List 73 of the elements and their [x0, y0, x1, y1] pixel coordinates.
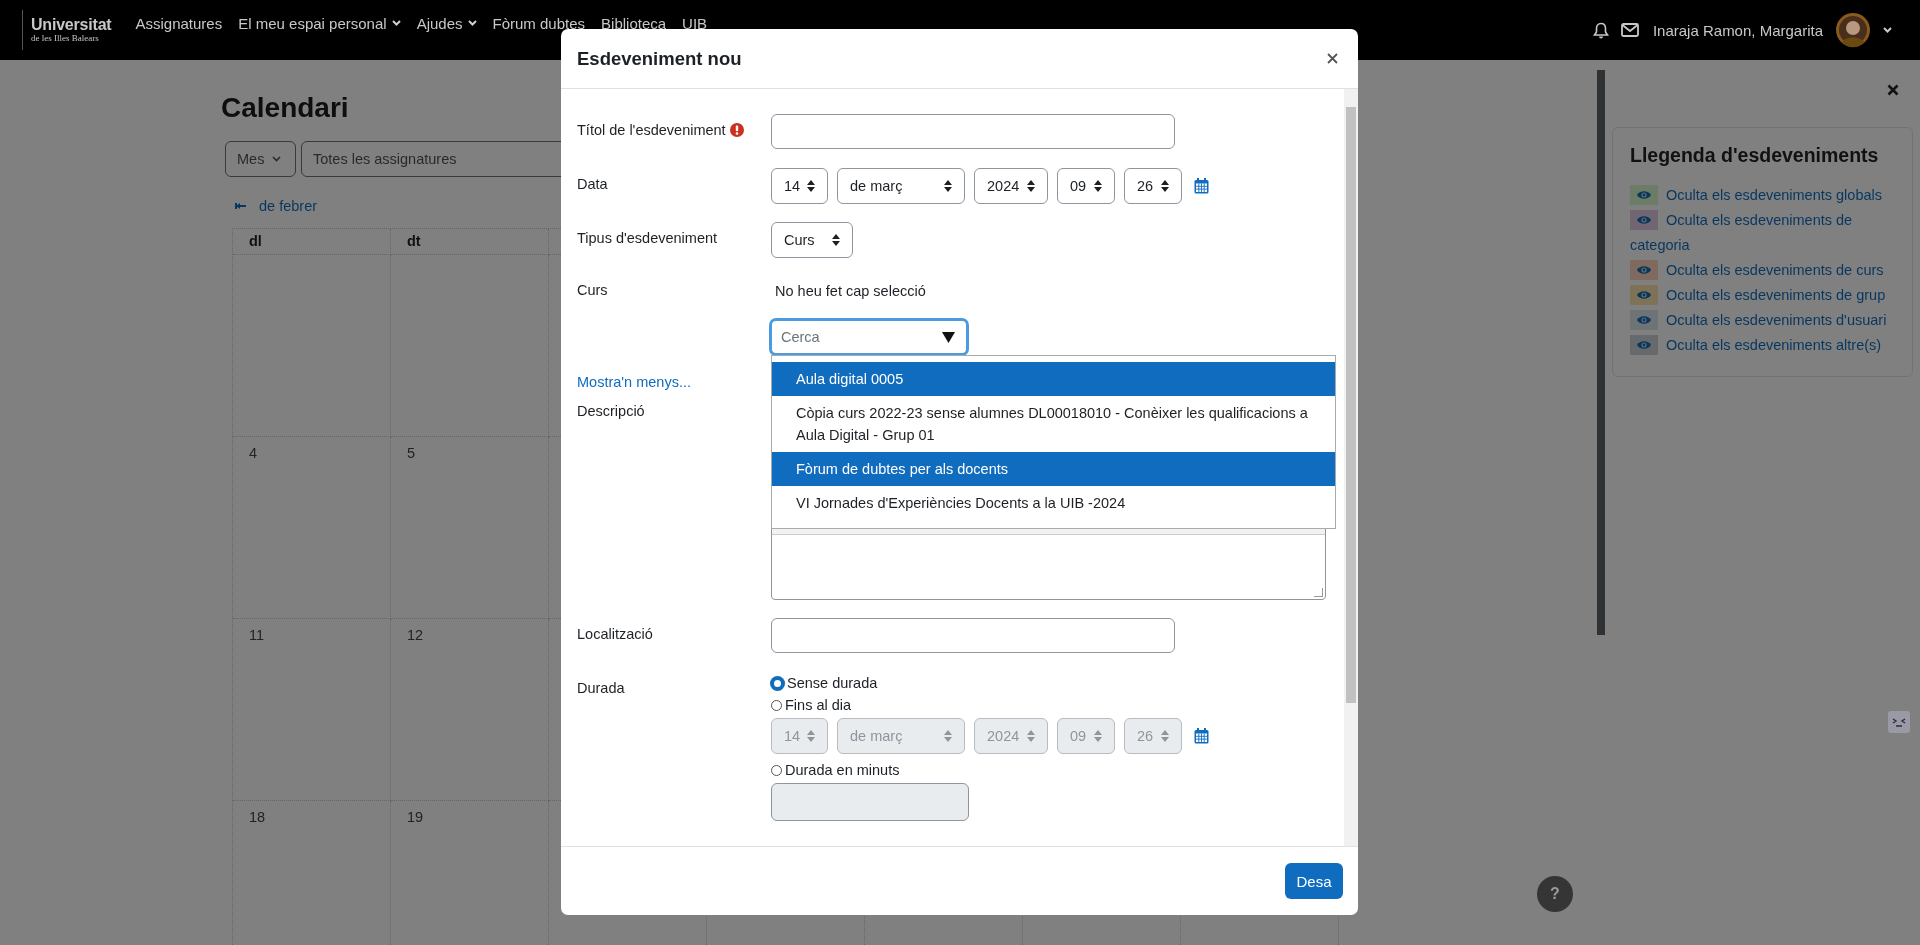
weekday-header: dt [407, 233, 421, 249]
chevron-down-icon [467, 20, 477, 26]
nav-link[interactable]: Fòrum dubtes [492, 14, 586, 32]
dropdown-option[interactable]: Fòrum de dubtes per als docents [772, 452, 1335, 486]
scrollbar[interactable] [1344, 89, 1358, 846]
field-label: Durada [577, 680, 625, 696]
avatar[interactable] [1835, 12, 1871, 48]
sort-icon [1027, 730, 1035, 742]
view-select[interactable]: Mes [225, 141, 296, 177]
legend-title: Llegenda d'esdeveniments [1630, 144, 1880, 167]
scrollbar[interactable] [1597, 70, 1605, 635]
day-number: 12 [407, 627, 424, 643]
dropdown-option[interactable]: VI Jornades d'Experiències Docents a la UIB -2024 [772, 486, 1335, 520]
help-button[interactable]: ? [1537, 876, 1573, 912]
close-icon[interactable] [1887, 84, 1899, 96]
radio-option[interactable]: Durada en minuts [771, 759, 1209, 781]
sort-icon [832, 234, 840, 246]
field-label: Localització [577, 626, 653, 642]
date-select[interactable]: 09 [1057, 168, 1115, 204]
sort-icon [1161, 730, 1169, 742]
sort-icon [1094, 180, 1102, 192]
sort-icon [944, 730, 952, 742]
sort-icon [944, 180, 952, 192]
close-icon[interactable] [1327, 53, 1338, 64]
calendar-icon[interactable] [1194, 728, 1209, 744]
date-select[interactable]: 2024 [974, 168, 1048, 204]
page-title: Calendari [221, 91, 350, 125]
sort-icon [1094, 730, 1102, 742]
modal-title: Esdeveniment nou [577, 47, 742, 70]
day-number: 19 [407, 809, 424, 825]
chevron-down-icon [391, 20, 401, 26]
field-label: Curs [577, 282, 608, 298]
sort-icon [807, 730, 815, 742]
radio-option[interactable]: Fins al dia [771, 694, 1209, 716]
nav-link[interactable]: El meu espai personal [238, 14, 401, 32]
event-type-select[interactable]: Curs [771, 222, 853, 258]
date-select[interactable]: de març [837, 168, 965, 204]
dropdown-option[interactable]: Còpia curs 2022-23 sense alumnes DL00018010 - Conèixer les qualificacions a Aula Digital - Grup 01 [772, 396, 1335, 452]
bell-icon[interactable] [1592, 21, 1609, 39]
selection-text: No heu fet cap selecció [774, 282, 927, 301]
chevron-down-icon[interactable] [1883, 27, 1892, 33]
field-label: Títol de l'esdeveniment [577, 122, 726, 138]
nav-link[interactable]: Ajudes [416, 14, 477, 32]
field-label: Descripció [577, 403, 645, 419]
day-number: 18 [249, 809, 266, 825]
radio-option[interactable]: Sense durada [771, 672, 1209, 694]
save-button[interactable]: Desa [1285, 863, 1343, 899]
field-label: Tipus d'esdeveniment [577, 230, 718, 246]
title-input[interactable] [771, 114, 1175, 149]
field-label: Data [577, 176, 608, 192]
chevron-down-icon [272, 156, 282, 162]
search-field[interactable]: Cerca [769, 318, 969, 356]
arrow-left-icon [235, 202, 247, 210]
sort-icon [1161, 180, 1169, 192]
location-input[interactable] [771, 618, 1175, 653]
university-logo[interactable]: Universitat de les Illes Balears [22, 10, 112, 50]
mail-icon[interactable] [1620, 23, 1639, 37]
nav-link[interactable]: Biblioteca [601, 14, 667, 32]
calendar-icon[interactable] [1194, 178, 1209, 194]
date-select[interactable]: 26 [1124, 168, 1182, 204]
day-number: 4 [249, 445, 258, 461]
emoticon-icon[interactable] [1888, 711, 1910, 733]
day-number: 11 [249, 627, 265, 643]
dropdown-option[interactable]: Aula digital 0005 [772, 362, 1335, 396]
sort-icon [1027, 180, 1035, 192]
weekday-header: dl [249, 233, 262, 249]
sort-icon [807, 180, 815, 192]
day-number: 5 [407, 445, 416, 461]
show-less-link[interactable]: Mostra'n menys... [577, 372, 691, 392]
nav-link[interactable]: Assignatures [135, 14, 223, 32]
user-name[interactable]: Inaraja Ramon, Margarita [1652, 21, 1823, 39]
date-select[interactable]: 14 [771, 168, 828, 204]
triangle-down-icon [942, 332, 955, 343]
